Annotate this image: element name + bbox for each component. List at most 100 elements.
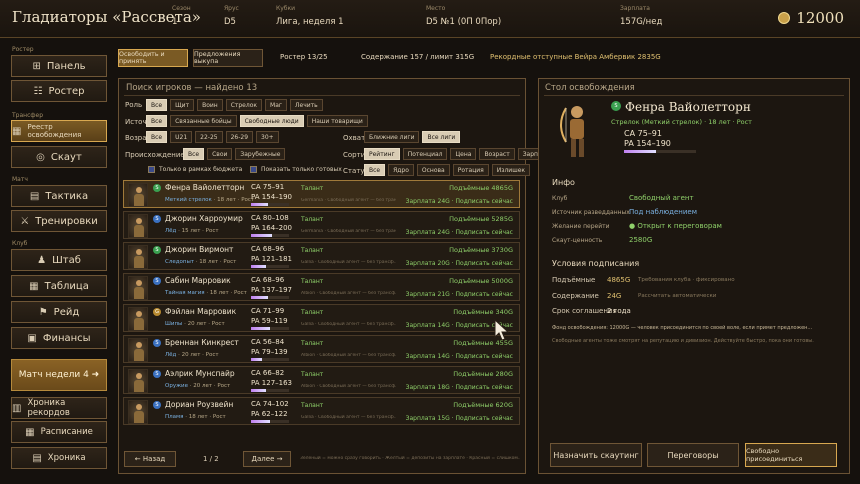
roles-chip-2[interactable]: Воин <box>197 99 223 111</box>
roles-chip-1[interactable]: Щит <box>170 99 195 111</box>
terms-length-value[interactable]: 2 года <box>607 307 631 315</box>
info-value: ● Открыт к переговорам <box>629 222 722 230</box>
sorts-chip-0[interactable]: Рейтинг <box>364 148 400 160</box>
sources-chip-1[interactable]: Связанные бойцы <box>170 115 237 127</box>
player-row[interactable]: S Фенра Вайолетторн Меткий стрелок · 18 ле… <box>123 180 520 208</box>
salary-sign-link[interactable]: Зарплата 15G · Подписать сейчас <box>406 415 513 422</box>
sources-chip-3[interactable]: Наши товарищи <box>306 115 368 127</box>
free-join-button[interactable]: Свободно присоединиться <box>745 443 837 467</box>
player-pa: PA 121–181 <box>251 255 293 263</box>
info-key: Скаут-ценность <box>552 237 603 244</box>
statuses-chip-2[interactable]: Основа <box>416 164 450 176</box>
scopes-chip-1[interactable]: Все лиги <box>422 131 461 143</box>
player-row[interactable]: S Джорин Харроумир Лёд · 15 лет · Рост CA 8… <box>123 211 520 239</box>
sidebar-item-5[interactable]: ⚔ Тренировки <box>11 210 107 232</box>
salary-sign-link[interactable]: Зарплата 21G · Подписать сейчас <box>406 291 513 298</box>
nav-icon: ▥ <box>12 402 22 414</box>
player-ca: CA 66–82 <box>251 369 285 377</box>
salary-sign-link[interactable]: Зарплата 24G · Подписать сейчас <box>406 229 513 236</box>
sidebar-item-8[interactable]: ⚑ Рейд <box>11 301 107 323</box>
nav-icon: ⊞ <box>32 60 41 72</box>
sorts-chip-3[interactable]: Возраст <box>479 148 515 160</box>
ages-chip-4[interactable]: 30+ <box>256 131 279 143</box>
scopes-chip-0[interactable]: Ближние лиги <box>364 131 420 143</box>
statuses-chip-3[interactable]: Ротация <box>452 164 489 176</box>
sources-chip-0[interactable]: Все <box>146 115 168 127</box>
roles-chip-0[interactable]: Все <box>146 99 168 111</box>
sidebar-item-label: Реестр освобождения <box>27 123 82 139</box>
assign-scouting-button[interactable]: Назначить скаутинг <box>550 443 642 467</box>
sources-chip-2[interactable]: Свободные люди <box>239 115 304 127</box>
sidebar-item-1[interactable]: ☷ Ростер <box>11 80 107 102</box>
salary-sign-link[interactable]: Зарплата 18G · Подписать сейчас <box>406 384 513 391</box>
club-caption: Клуб <box>12 240 28 247</box>
player-row[interactable]: S Джорин Вирмонт Следопыт · 18 лет · Рост C… <box>123 242 520 270</box>
sidebar-bottom-item-2[interactable]: ▤ Хроника <box>11 447 107 469</box>
sidebar-item-7[interactable]: ▦ Таблица <box>11 275 107 297</box>
player-row[interactable]: S Сабин Марровик Тайная магия · 18 лет · Р… <box>123 273 520 301</box>
sidebar-item-4[interactable]: ▤ Тактика <box>11 185 107 207</box>
negotiate-button[interactable]: Переговоры <box>647 443 739 467</box>
sidebar-item-2[interactable]: ▦ Реестр освобождения <box>11 120 107 142</box>
sidebar-item-6[interactable]: ♟ Штаб <box>11 249 107 271</box>
nav-icon: ▣ <box>27 332 37 344</box>
player-portrait <box>128 276 148 300</box>
ages-chip-3[interactable]: 26-29 <box>225 131 254 143</box>
statuses-chip-4[interactable]: Излишек <box>491 164 531 176</box>
sidebar-item-3[interactable]: ◎ Скаут <box>11 146 107 168</box>
tab-release-accept[interactable]: Освободить и принять <box>118 49 188 67</box>
ages-chip-1[interactable]: U21 <box>170 131 193 143</box>
salary-sign-link[interactable]: Зарплата 14G · Подписать сейчас <box>406 353 513 360</box>
ready-checkbox[interactable]: Показать только готовых <box>250 166 342 173</box>
sidebar-item-label: Ростер <box>48 85 85 97</box>
sidebar-item-0[interactable]: ⊞ Панель <box>11 55 107 77</box>
sorts-chip-2[interactable]: Цена <box>450 148 477 160</box>
budget-checkbox[interactable]: Только в рамках бюджета <box>148 166 242 173</box>
player-origin: Albion · Свободный агент — без трансф... <box>301 291 396 296</box>
player-pa: PA 154–190 <box>251 193 293 201</box>
salary-sign-link[interactable]: Зарплата 20G · Подписать сейчас <box>406 260 513 267</box>
prev-page-button[interactable]: ← Назад <box>124 451 176 467</box>
statuses-chip-0[interactable]: Все <box>364 164 386 176</box>
gold-balance: 12000 <box>778 9 844 27</box>
salary-sign-link[interactable]: Зарплата 24G · Подписать сейчас <box>406 198 513 205</box>
rank-badge: S <box>153 215 161 223</box>
origins-chip-1[interactable]: Свои <box>207 148 233 160</box>
sidebar-bottom-item-0[interactable]: ▥ Хроника рекордов <box>11 397 107 419</box>
player-portrait <box>128 338 148 362</box>
player-row[interactable]: G Фэйлан Марровик Шипы · 20 лет · Рост CA 7… <box>123 304 520 332</box>
tab-buyout-offers[interactable]: Предложения выкупа <box>193 49 263 67</box>
ages-chip-0[interactable]: Все <box>146 131 168 143</box>
roles-chip-4[interactable]: Маг <box>265 99 288 111</box>
signing-fee: Подъёмные 4865G <box>449 184 513 192</box>
sidebar-item-label: Хроника <box>47 453 86 463</box>
sidebar-item-label: Хроника рекордов <box>27 398 70 418</box>
sidebar-bottom-item-1[interactable]: ▦ Расписание <box>11 421 107 443</box>
terms-title: Условия подписания <box>552 259 640 268</box>
signing-fee: Подъёмные 5285G <box>449 215 513 223</box>
roles-chip-5[interactable]: Лечить <box>290 99 323 111</box>
nav-icon: ▤ <box>32 452 42 464</box>
match-week-button[interactable]: Матч недели 4 ➜ <box>11 359 107 391</box>
sorts-chip-1[interactable]: Потенциал <box>402 148 448 160</box>
ages-chip-2[interactable]: 22-25 <box>195 131 223 143</box>
origins-chip-2[interactable]: Зарубежные <box>235 148 286 160</box>
info-key: Клуб <box>552 195 568 202</box>
player-info: · 18 лет · Рост <box>185 414 226 420</box>
sidebar-item-9[interactable]: ▣ Финансы <box>11 327 107 349</box>
info-key: Источник разведданных <box>552 209 630 216</box>
origins-chip-0[interactable]: Все <box>183 148 205 160</box>
player-origin: Gallia · Свободный агент — без трансф... <box>301 322 396 327</box>
player-row[interactable]: S Бреннан Кинкрест Лёд · 20 лет · Рост CA 5… <box>123 335 520 363</box>
divider <box>544 95 844 96</box>
roles-chip-3[interactable]: Стрелок <box>225 99 263 111</box>
player-row[interactable]: S Аэлрик Мунспайр Оружие · 20 лет · Рост CA… <box>123 366 520 394</box>
player-subinfo: Лёд · 20 лет · Рост <box>165 352 219 358</box>
statuses-chip-1[interactable]: Ядро <box>388 164 414 176</box>
info-value: Свободный агент <box>629 194 694 202</box>
next-page-button[interactable]: Далее → <box>243 451 291 467</box>
scope-label: Охват <box>343 134 366 142</box>
signing-fee: Подъёмные 3730G <box>449 246 513 254</box>
player-row[interactable]: S Дориан Роузвейн Пламя · 18 лет · Рост CA … <box>123 397 520 425</box>
player-name: Фенра Вайолетторн <box>165 183 245 192</box>
